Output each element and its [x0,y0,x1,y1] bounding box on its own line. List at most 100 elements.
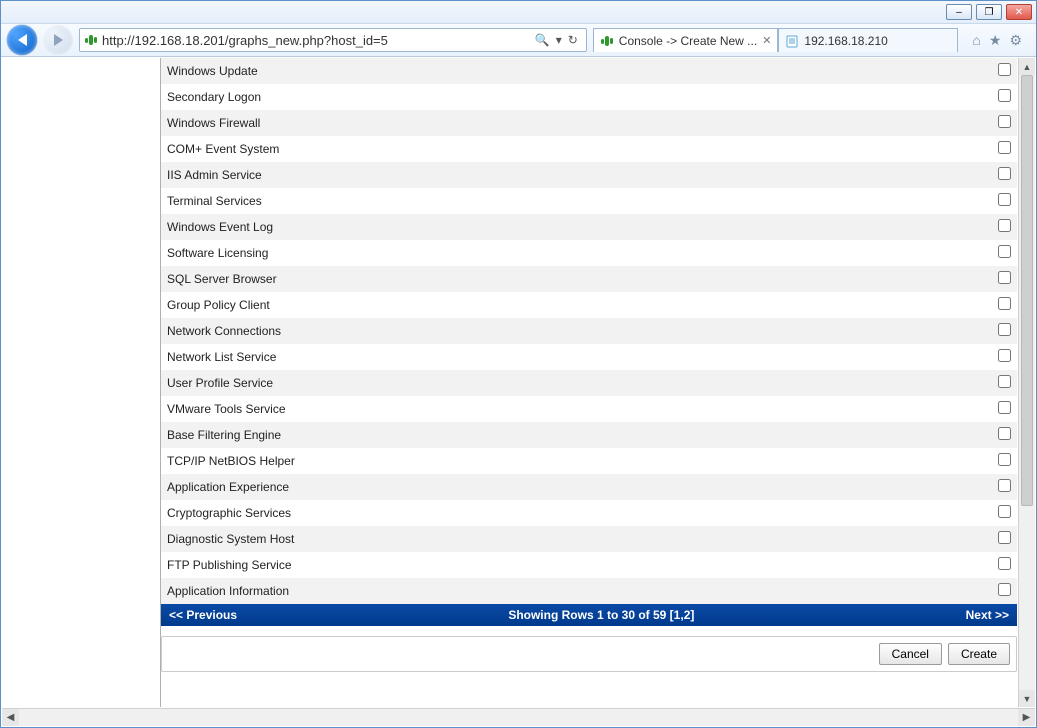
table-row[interactable]: VMware Tools Service [161,396,1017,422]
service-checkbox[interactable] [998,63,1011,76]
table-row[interactable]: TCP/IP NetBIOS Helper [161,448,1017,474]
table-row[interactable]: Application Experience [161,474,1017,500]
vertical-scrollbar[interactable]: ▲ ▼ [1018,58,1035,707]
table-row[interactable]: Diagnostic System Host [161,526,1017,552]
close-icon: ✕ [1015,7,1023,18]
service-checkbox[interactable] [998,89,1011,102]
cacti-favicon-icon [600,34,614,48]
service-name-cell: Group Policy Client [161,292,991,318]
service-name-cell: Cryptographic Services [161,500,991,526]
window-close-button[interactable]: ✕ [1006,4,1032,20]
table-row[interactable]: Secondary Logon [161,84,1017,110]
table-row[interactable]: Windows Event Log [161,214,1017,240]
pager-next-link[interactable]: Next >> [966,608,1009,622]
service-checkbox[interactable] [998,531,1011,544]
scroll-left-icon[interactable]: ◀ [2,709,19,726]
service-name-cell: Windows Update [161,58,991,84]
nav-back-button[interactable] [7,25,37,55]
table-row[interactable]: FTP Publishing Service [161,552,1017,578]
url-input[interactable] [102,33,527,48]
service-checkbox[interactable] [998,271,1011,284]
service-checkbox[interactable] [998,505,1011,518]
browser-toolbar: 🔍 ▾ ↻ Console -> Create New ... ✕ 192.16… [1,23,1036,57]
home-icon[interactable]: ⌂ [972,32,980,49]
table-row[interactable]: Windows Update [161,58,1017,84]
favorites-icon[interactable]: ★ [989,32,1002,49]
table-row[interactable]: SQL Server Browser [161,266,1017,292]
service-checkbox-cell [991,136,1017,162]
service-checkbox[interactable] [998,115,1011,128]
refresh-icon[interactable]: ↻ [568,33,578,47]
pager-status-text: Showing Rows 1 to 30 of 59 [1,2] [237,608,966,622]
pager-previous-link[interactable]: << Previous [169,608,237,622]
tab-label: 192.168.18.210 [804,34,887,48]
scroll-up-icon[interactable]: ▲ [1019,58,1035,75]
table-row[interactable]: Base Filtering Engine [161,422,1017,448]
service-checkbox[interactable] [998,219,1011,232]
service-name-cell: Secondary Logon [161,84,991,110]
scroll-right-icon[interactable]: ▶ [1018,709,1035,726]
service-checkbox[interactable] [998,245,1011,258]
service-checkbox-cell [991,292,1017,318]
tab-console[interactable]: Console -> Create New ... ✕ [593,28,779,52]
table-row[interactable]: Windows Firewall [161,110,1017,136]
arrow-right-icon [54,34,63,46]
service-checkbox[interactable] [998,583,1011,596]
table-row[interactable]: Network List Service [161,344,1017,370]
table-row[interactable]: Software Licensing [161,240,1017,266]
service-checkbox-cell [991,500,1017,526]
table-row[interactable]: Application Information [161,578,1017,604]
service-name-cell: Windows Event Log [161,214,991,240]
scroll-thumb[interactable] [1021,75,1033,506]
dropdown-icon[interactable]: ▾ [556,33,562,47]
service-name-cell: SQL Server Browser [161,266,991,292]
nav-forward-button[interactable] [43,25,73,55]
tab-strip: Console -> Create New ... ✕ 192.168.18.2… [593,28,959,52]
cancel-button[interactable]: Cancel [879,643,942,665]
tab-host[interactable]: 192.168.18.210 [778,28,958,52]
window-minimize-button[interactable]: – [946,4,972,20]
service-checkbox-cell [991,110,1017,136]
service-checkbox[interactable] [998,297,1011,310]
tab-close-icon[interactable]: ✕ [762,34,771,47]
service-checkbox[interactable] [998,349,1011,362]
hscroll-track[interactable] [19,709,1018,726]
address-bar[interactable]: 🔍 ▾ ↻ [79,28,587,52]
service-checkbox[interactable] [998,193,1011,206]
service-checkbox[interactable] [998,453,1011,466]
service-checkbox-cell [991,58,1017,84]
service-checkbox[interactable] [998,557,1011,570]
service-name-cell: Software Licensing [161,240,991,266]
scroll-down-icon[interactable]: ▼ [1019,690,1035,707]
service-checkbox-cell [991,448,1017,474]
service-name-cell: Base Filtering Engine [161,422,991,448]
table-row[interactable]: IIS Admin Service [161,162,1017,188]
table-row[interactable]: Terminal Services [161,188,1017,214]
service-checkbox-cell [991,396,1017,422]
table-row[interactable]: Network Connections [161,318,1017,344]
service-checkbox[interactable] [998,323,1011,336]
window-maximize-button[interactable]: ❐ [976,4,1002,20]
table-row[interactable]: Group Policy Client [161,292,1017,318]
service-checkbox[interactable] [998,401,1011,414]
services-table: Windows UpdateSecondary LogonWindows Fir… [161,58,1017,604]
settings-gear-icon[interactable]: ⚙ [1009,32,1022,49]
toolbar-icons: ⌂ ★ ⚙ [964,32,1030,49]
service-checkbox-cell [991,474,1017,500]
service-checkbox[interactable] [998,375,1011,388]
service-name-cell: Application Information [161,578,991,604]
table-row[interactable]: Cryptographic Services [161,500,1017,526]
table-row[interactable]: COM+ Event System [161,136,1017,162]
search-icon[interactable]: 🔍 [535,33,550,47]
horizontal-scrollbar[interactable]: ◀ ▶ [2,708,1035,726]
pagination-bar: << Previous Showing Rows 1 to 30 of 59 [… [161,604,1017,626]
create-button[interactable]: Create [948,643,1010,665]
address-controls: 🔍 ▾ ↻ [531,33,582,47]
table-row[interactable]: User Profile Service [161,370,1017,396]
min-icon: – [956,7,962,18]
service-checkbox[interactable] [998,141,1011,154]
service-checkbox[interactable] [998,427,1011,440]
service-checkbox[interactable] [998,167,1011,180]
service-checkbox[interactable] [998,479,1011,492]
scroll-track[interactable] [1019,75,1035,690]
